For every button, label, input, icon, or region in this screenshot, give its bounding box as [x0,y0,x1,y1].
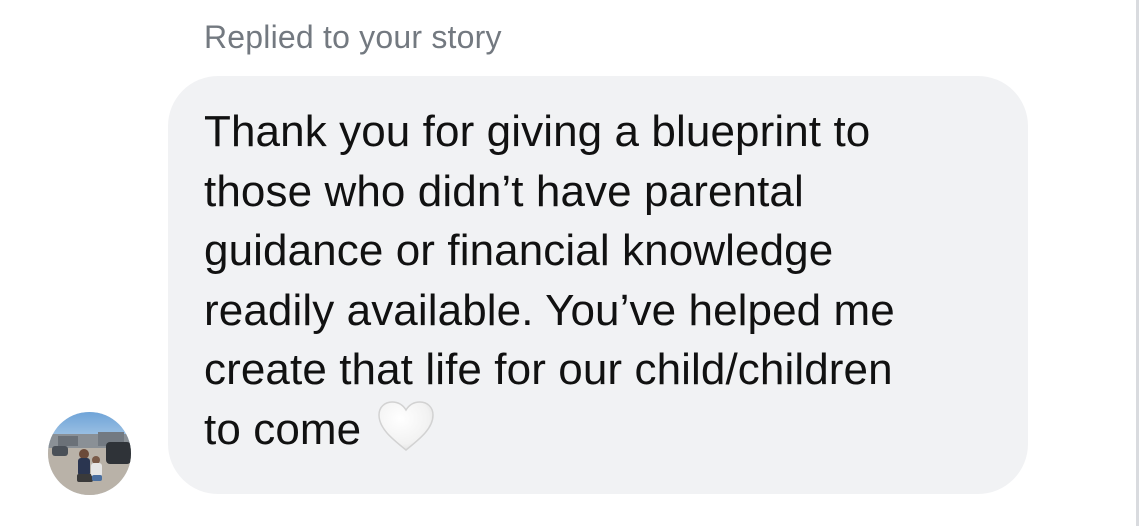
message-line: create that life for our child/children [204,345,893,394]
replied-to-story-label: Replied to your story [204,19,502,55]
message-line-text: to come [204,404,362,454]
avatar-photo [48,412,131,495]
message-last-line: to come [204,400,1008,460]
message-line: Thank you for giving a blueprint to [204,107,871,156]
white-heart-icon [377,400,435,452]
message-bubble[interactable]: Thank you for giving a blueprint to thos… [168,76,1028,494]
message-line: those who didn’t have parental [204,166,804,216]
story-reply-thread: Replied to your story Thank you for givi… [0,0,1139,526]
message-line: readily available. You’ve helped me [204,285,895,335]
message-line: guidance or financial knowledge [204,226,834,275]
sender-avatar[interactable] [48,412,131,495]
